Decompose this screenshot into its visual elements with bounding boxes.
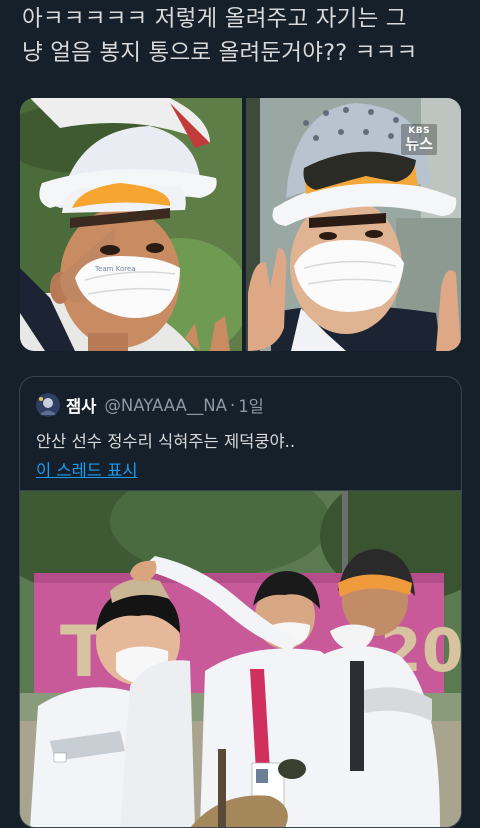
kbs-news-watermark: KBS 뉴스 (401, 124, 437, 155)
left-media-photo[interactable]: Team Korea (20, 98, 242, 351)
kbs-watermark-bottom: 뉴스 (405, 135, 433, 153)
quoted-author-handle[interactable]: @NAYAAA__NA (104, 396, 227, 415)
quoted-media-photo[interactable]: T 20 (20, 490, 461, 827)
quoted-timestamp[interactable]: 1일 (238, 393, 264, 417)
quoted-tweet-card[interactable]: 잼사 @NAYAAA__NA · 1일 안산 선수 정수리 식혀주는 제덕쿵야.… (19, 376, 462, 828)
tweet-media-grid[interactable]: Team Korea KBS 뉴스 (20, 98, 461, 351)
right-media-photo[interactable]: KBS 뉴스 (246, 98, 461, 351)
tweet-text: 아ㅋㅋㅋㅋㅋ 저렇게 올려주고 자기는 그 냥 얼음 봉지 통으로 올려둔거야?… (22, 6, 418, 66)
quoted-tweet-text: 안산 선수 정수리 식혀주는 제덕쿵야.. (36, 432, 296, 451)
svg-text:Team Korea: Team Korea (94, 265, 136, 273)
quoted-author-name[interactable]: 잼사 (66, 393, 96, 417)
separator-dot: · (229, 395, 236, 415)
avatar[interactable] (36, 393, 60, 417)
quoted-tweet-header: 잼사 @NAYAAA__NA · 1일 (36, 393, 264, 417)
show-thread-link[interactable]: 이 스레드 표시 (36, 457, 138, 481)
